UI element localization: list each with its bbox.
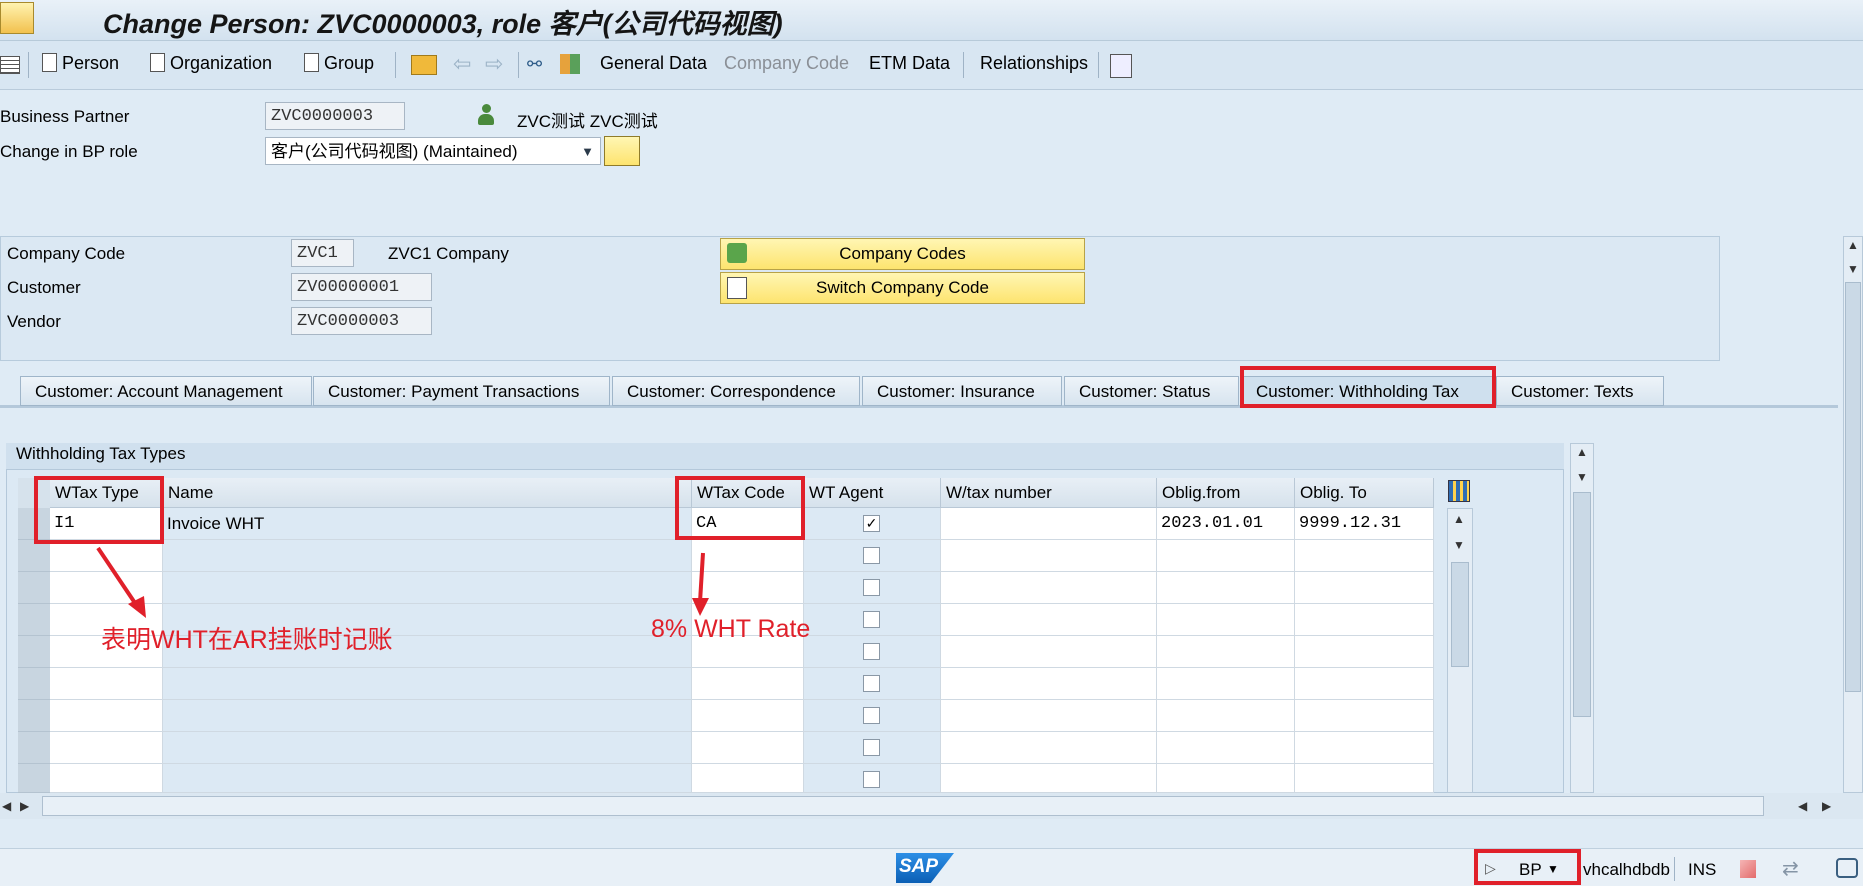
lock-icon[interactable] bbox=[1836, 858, 1858, 878]
insert-mode: INS bbox=[1688, 860, 1717, 879]
scroll-left-icon[interactable]: ◀ bbox=[2, 799, 11, 813]
transfer-icon[interactable]: ⇄ bbox=[1782, 856, 1799, 881]
group-scroll-down-icon[interactable]: ▼ bbox=[1576, 470, 1588, 484]
scroll-right-icon[interactable]: ▶ bbox=[20, 799, 29, 813]
scroll-up-icon[interactable]: ▲ bbox=[1453, 512, 1465, 526]
scroll-down-icon[interactable]: ▼ bbox=[1453, 538, 1465, 552]
page-scroll-up-icon[interactable]: ▲ bbox=[1847, 238, 1859, 252]
horizontal-scroll-thumb[interactable] bbox=[42, 796, 1764, 816]
table-scroll-thumb[interactable] bbox=[1451, 562, 1469, 667]
server-name: vhcalhdbdb bbox=[1583, 860, 1670, 879]
scroll-right-end-icon[interactable]: ▶ bbox=[1822, 799, 1831, 813]
annotation-right: 8% WHT Rate bbox=[651, 615, 811, 643]
sap-logo-text: SAP bbox=[899, 856, 939, 877]
page-scroll-down-icon[interactable]: ▼ bbox=[1847, 262, 1859, 276]
connection-icon bbox=[1740, 860, 1756, 878]
page-scroll-thumb[interactable] bbox=[1845, 282, 1861, 692]
group-scroll-up-icon[interactable]: ▲ bbox=[1576, 445, 1588, 459]
group-scroll-thumb[interactable] bbox=[1573, 492, 1591, 717]
highlight-tcode-box bbox=[1474, 849, 1581, 885]
annotation-left: 表明WHT在AR挂账时记账 bbox=[101, 626, 393, 654]
scroll-left-end-icon[interactable]: ◀ bbox=[1798, 799, 1807, 813]
status-separator bbox=[1674, 857, 1675, 881]
